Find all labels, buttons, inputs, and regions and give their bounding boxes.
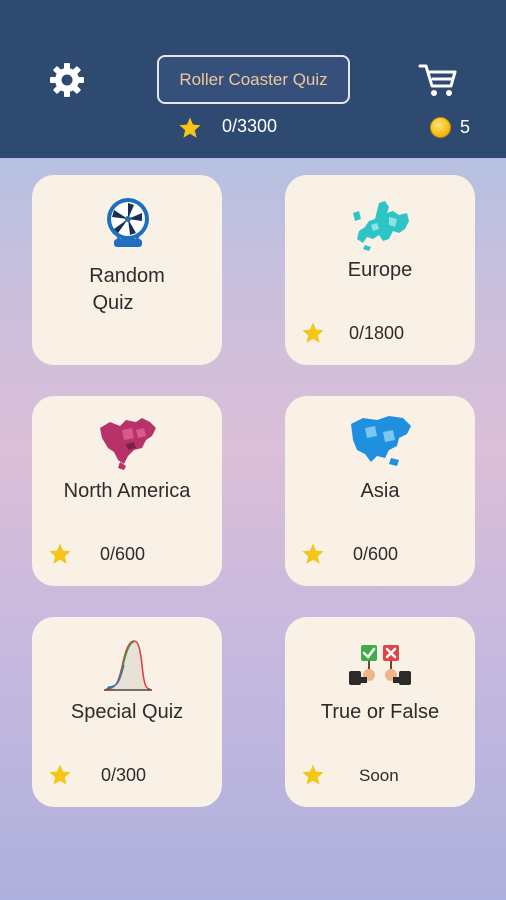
- card-score: 0/300: [101, 765, 147, 785]
- curve-chart-icon: [104, 640, 152, 691]
- top-bar: Roller Coaster Quiz 0/3300 5: [0, 0, 506, 158]
- star-icon: [49, 543, 71, 564]
- star-icon: [302, 322, 324, 343]
- card-score: 0/600: [100, 544, 146, 564]
- north-america-map-icon: [100, 418, 156, 470]
- card-label: Quiz: [92, 292, 134, 314]
- coin-icon: [430, 117, 451, 138]
- coin-count: 5: [460, 117, 471, 137]
- card-europe[interactable]: Europe 0/1800: [285, 175, 475, 365]
- card-north-america[interactable]: North America 0/600: [32, 396, 222, 586]
- card-label: Special Quiz: [70, 701, 184, 723]
- star-icon: [302, 764, 324, 785]
- card-score: 0/600: [353, 544, 399, 564]
- star-icon: [179, 117, 201, 138]
- app-title[interactable]: Roller Coaster Quiz: [157, 55, 350, 104]
- card-label: North America: [63, 480, 191, 502]
- card-status: Soon: [359, 766, 399, 785]
- europe-map-icon: [353, 201, 409, 251]
- card-label: Asia: [360, 480, 400, 502]
- asia-map-icon: [351, 416, 411, 466]
- card-special-quiz[interactable]: Special Quiz 0/300: [32, 617, 222, 807]
- star-icon: [49, 764, 71, 785]
- card-asia[interactable]: Asia 0/600: [285, 396, 475, 586]
- card-true-or-false[interactable]: True or False Soon: [285, 617, 475, 807]
- card-label: Random: [89, 265, 165, 287]
- card-label: True or False: [320, 701, 440, 723]
- star-icon: [302, 543, 324, 564]
- card-random-quiz[interactable]: Random Quiz: [32, 175, 222, 365]
- gear-icon[interactable]: [47, 60, 87, 100]
- ferris-wheel-icon: [107, 198, 149, 247]
- true-false-icon: [349, 645, 411, 685]
- card-label: Europe: [347, 259, 413, 281]
- card-score: 0/1800: [349, 323, 405, 343]
- total-score: 0/3300: [222, 116, 278, 136]
- cart-icon[interactable]: [418, 62, 458, 98]
